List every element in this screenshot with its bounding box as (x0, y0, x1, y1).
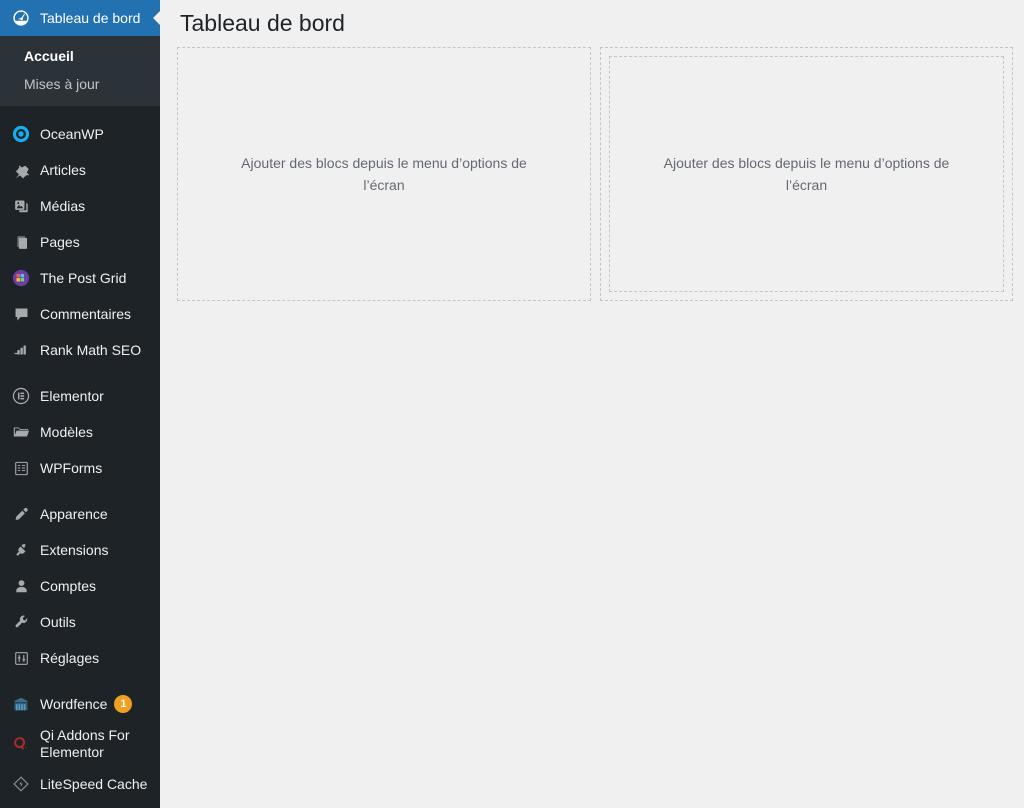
empty-column-message: Ajouter des blocs depuis le menu d’optio… (663, 154, 950, 193)
media-icon (11, 196, 31, 216)
dashboard-column-left[interactable]: Ajouter des blocs depuis le menu d’optio… (177, 46, 591, 301)
qi-addons-icon (11, 734, 31, 754)
sidebar-item-label: Pages (40, 234, 80, 250)
sidebar-item-label: The Post Grid (40, 270, 127, 286)
empty-column-message: Ajouter des blocs depuis le menu d’optio… (241, 154, 527, 193)
sidebar-item-label: Commentaires (40, 306, 132, 322)
submenu-item-accueil[interactable]: Accueil (0, 42, 160, 70)
sidebar-item-the-post-grid[interactable]: The Post Grid (0, 260, 160, 296)
collapse-menu-button[interactable]: Réduire le menu (0, 802, 160, 808)
sidebar-item-dashboard[interactable]: Tableau de bord (0, 0, 160, 36)
sidebar-item-elementor[interactable]: Elementor (0, 378, 160, 414)
dashboard-submenu: Accueil Mises à jour (0, 36, 160, 106)
sidebar-item-litespeed-cache[interactable]: LiteSpeed Cache (0, 766, 160, 802)
folder-icon (11, 422, 31, 442)
dashboard-column-right-inner[interactable]: Ajouter des blocs depuis le menu d’optio… (609, 55, 1004, 292)
wrench-icon (11, 612, 31, 632)
sidebar-item-label: OceanWP (40, 126, 104, 142)
pages-icon (11, 232, 31, 252)
litespeed-icon (11, 774, 31, 794)
sidebar-item-label: Modèles (40, 424, 93, 440)
sidebar-item-wpforms[interactable]: WPForms (0, 450, 160, 486)
sidebar-item-label: LiteSpeed Cache (40, 776, 148, 792)
post-grid-icon (11, 268, 31, 288)
sidebar-item-label: Extensions (40, 542, 109, 558)
dashboard-widgets-area: Ajouter des blocs depuis le menu d’optio… (160, 46, 1024, 301)
oceanwp-icon (11, 124, 31, 144)
sidebar-item-qi-addons-for-elementor[interactable]: Qi Addons For Elementor (0, 722, 160, 766)
sidebar-item-label: WPForms (40, 460, 103, 476)
dashboard-icon (11, 8, 31, 28)
sidebar-item-commentaires[interactable]: Commentaires (0, 296, 160, 332)
comment-icon (11, 304, 31, 324)
sidebar-item-reglages[interactable]: Réglages (0, 640, 160, 676)
menu-separator (0, 368, 160, 378)
sidebar-item-wordfence[interactable]: Wordfence 1 (0, 686, 160, 722)
sidebar-item-label: Outils (40, 614, 76, 630)
sidebar-item-label: Réglages (40, 650, 100, 666)
sidebar-item-label: Médias (40, 198, 86, 214)
plugin-icon (11, 540, 31, 560)
sidebar-item-comptes[interactable]: Comptes (0, 568, 160, 604)
sidebar-item-modeles[interactable]: Modèles (0, 414, 160, 450)
dashboard-column-right[interactable]: Ajouter des blocs depuis le menu d’optio… (600, 46, 1013, 301)
sidebar-item-label: Elementor (40, 388, 104, 404)
sidebar-item-label: Wordfence (40, 696, 108, 712)
wordfence-icon (11, 694, 31, 714)
active-arrow-indicator (153, 10, 160, 26)
status-badge: 1 (114, 695, 133, 713)
elementor-icon (11, 386, 31, 406)
menu-separator (0, 106, 160, 116)
pin-icon (11, 160, 31, 180)
sidebar-item-medias[interactable]: Médias (0, 188, 160, 224)
admin-sidebar: Tableau de bord Accueil Mises à jour Oce… (0, 0, 160, 808)
sidebar-item-label: Comptes (40, 578, 97, 594)
page-title: Tableau de bord (180, 10, 345, 36)
sidebar-item-label: Qi Addons For Elementor (40, 726, 130, 761)
sidebar-item-label: Rank Math SEO (40, 342, 142, 358)
rank-math-icon (11, 340, 31, 360)
sidebar-item-articles[interactable]: Articles (0, 152, 160, 188)
sidebar-item-pages[interactable]: Pages (0, 224, 160, 260)
user-icon (11, 576, 31, 596)
menu-separator (0, 676, 160, 686)
sidebar-item-extensions[interactable]: Extensions (0, 532, 160, 568)
sidebar-item-label: Tableau de bord (40, 10, 141, 26)
sidebar-item-apparence[interactable]: Apparence (0, 496, 160, 532)
sidebar-item-outils[interactable]: Outils (0, 604, 160, 640)
sidebar-item-label: Apparence (40, 506, 108, 522)
main-content: Tableau de bord Ajouter des blocs depuis… (160, 0, 1024, 808)
menu-separator (0, 486, 160, 496)
settings-icon (11, 648, 31, 668)
wpforms-icon (11, 458, 31, 478)
sidebar-item-rank-math-seo[interactable]: Rank Math SEO (0, 332, 160, 368)
admin-screen: Tableau de bord Accueil Mises à jour Oce… (0, 0, 1024, 808)
submenu-item-updates[interactable]: Mises à jour (0, 70, 160, 98)
sidebar-item-label: Articles (40, 162, 86, 178)
brush-icon (11, 504, 31, 524)
sidebar-item-oceanwp[interactable]: OceanWP (0, 116, 160, 152)
